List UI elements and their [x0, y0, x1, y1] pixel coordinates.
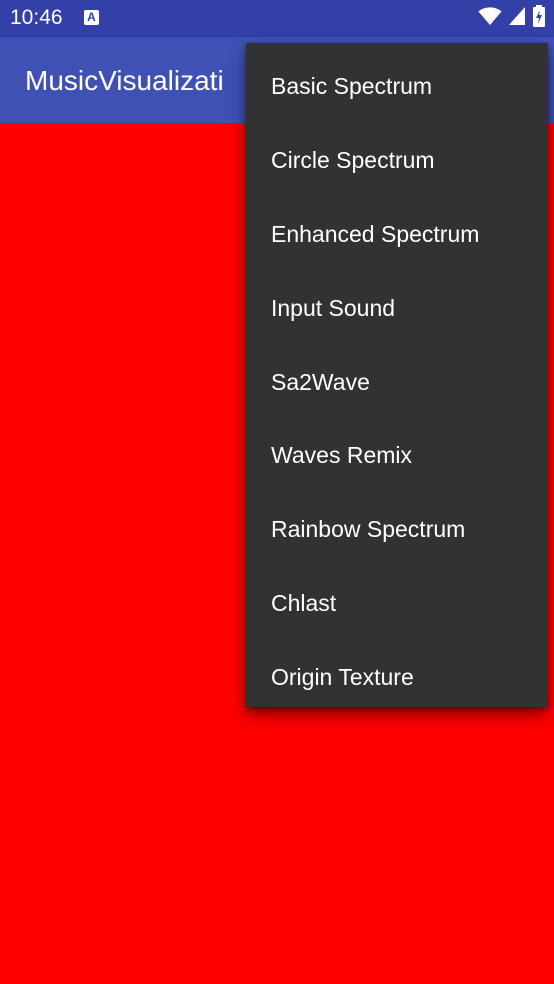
overflow-menu: Basic Spectrum Circle Spectrum Enhanced … — [246, 43, 548, 707]
status-icons — [478, 4, 546, 32]
menu-item-chlast[interactable]: Chlast — [246, 567, 548, 641]
menu-item-enhanced-spectrum[interactable]: Enhanced Spectrum — [246, 198, 548, 272]
battery-icon — [532, 4, 546, 32]
wifi-icon — [478, 6, 502, 31]
menu-item-waves-remix[interactable]: Waves Remix — [246, 419, 548, 493]
status-bar: 10:46 A — [0, 0, 554, 37]
menu-item-input-sound[interactable]: Input Sound — [246, 271, 548, 345]
menu-item-sa2wave[interactable]: Sa2Wave — [246, 345, 548, 419]
menu-item-circle-spectrum[interactable]: Circle Spectrum — [246, 124, 548, 198]
app-title: MusicVisualizati — [25, 65, 224, 96]
menu-item-origin-texture[interactable]: Origin Texture — [246, 640, 548, 714]
menu-item-rainbow-spectrum[interactable]: Rainbow Spectrum — [246, 493, 548, 567]
status-time: 10:46 — [10, 6, 63, 29]
menu-item-basic-spectrum[interactable]: Basic Spectrum — [246, 50, 548, 124]
notification-a-icon: A — [84, 10, 99, 25]
signal-icon — [508, 6, 526, 31]
